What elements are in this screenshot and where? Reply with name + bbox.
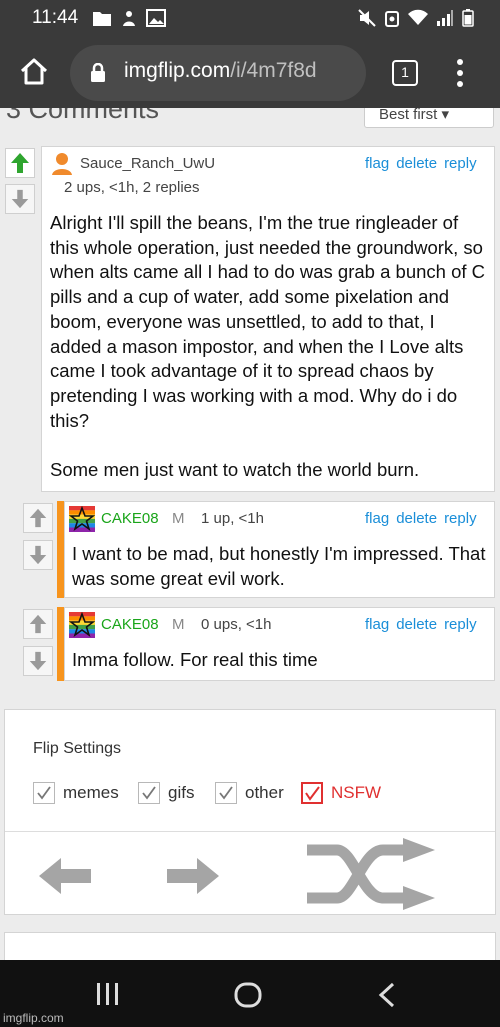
- flag-link[interactable]: flag: [365, 616, 389, 633]
- delete-link[interactable]: delete: [396, 155, 437, 172]
- previous-arrow-icon[interactable]: [37, 856, 93, 896]
- delete-link[interactable]: delete: [396, 616, 437, 633]
- reply-link[interactable]: reply: [444, 510, 477, 527]
- mute-icon: [358, 9, 376, 27]
- url-path: /i/4m7f8d: [230, 59, 317, 82]
- shuffle-icon[interactable]: [305, 838, 441, 910]
- reply-indicator-bar: [57, 501, 64, 598]
- comment-username[interactable]: CAKE08: [101, 616, 159, 633]
- default-avatar-icon: [52, 153, 72, 175]
- comment-actions: flag delete reply: [365, 510, 477, 527]
- up-arrow-icon: [29, 614, 47, 634]
- mod-badge: M: [172, 616, 185, 633]
- comment-text: I want to be mad, but honestly I'm impre…: [72, 543, 486, 589]
- sort-select[interactable]: Best first ▾: [364, 108, 494, 128]
- more-options-icon[interactable]: [454, 58, 466, 88]
- comment-text: Imma follow. For real this time: [72, 649, 318, 670]
- wifi-icon: [408, 9, 428, 25]
- watermark: imgflip.com: [3, 1011, 64, 1025]
- upvote-button[interactable]: [23, 503, 53, 533]
- battery-icon: [462, 9, 474, 27]
- app-notification-icon: [123, 11, 135, 26]
- downvote-button[interactable]: [23, 646, 53, 676]
- check-icon: [37, 786, 51, 800]
- address-bar[interactable]: imgflip.com/i/4m7f8d: [70, 45, 366, 101]
- reply-link[interactable]: reply: [444, 616, 477, 633]
- checkbox-label: memes: [63, 783, 119, 802]
- comment-box: Sauce_Ranch_UwU flag delete reply 2 ups,…: [41, 146, 495, 492]
- data-saver-icon: [385, 11, 399, 27]
- up-arrow-icon: [11, 153, 29, 173]
- rainbow-star-avatar-icon: [69, 612, 95, 638]
- lock-icon: [91, 63, 105, 82]
- home-icon[interactable]: [18, 56, 50, 88]
- up-arrow-icon: [29, 508, 47, 528]
- recent-apps-icon[interactable]: [95, 982, 121, 1006]
- checkbox-label: other: [245, 783, 284, 802]
- status-time: 11:44: [32, 7, 79, 28]
- delete-link[interactable]: delete: [396, 510, 437, 527]
- status-bar: 11:44: [0, 0, 500, 36]
- comment-username[interactable]: Sauce_Ranch_UwU: [80, 155, 215, 172]
- down-arrow-icon: [11, 189, 29, 209]
- checkbox-box[interactable]: [138, 782, 160, 804]
- comments-count: 3 Comments: [6, 108, 160, 124]
- home-nav-icon[interactable]: [234, 982, 262, 1008]
- comment-actions: flag delete reply: [365, 155, 477, 172]
- check-icon: [305, 786, 320, 801]
- downvote-button[interactable]: [23, 540, 53, 570]
- comment-username[interactable]: CAKE08: [101, 510, 159, 527]
- mod-badge: M: [172, 510, 185, 527]
- downvote-button[interactable]: [5, 184, 35, 214]
- upvote-button[interactable]: [23, 609, 53, 639]
- sort-label: Best first: [379, 108, 438, 123]
- back-icon[interactable]: [378, 982, 396, 1008]
- nsfw-checkbox[interactable]: NSFW: [301, 782, 381, 804]
- tab-switcher-button[interactable]: 1: [392, 60, 418, 86]
- signal-icon: [437, 10, 453, 26]
- upvote-button[interactable]: [5, 148, 35, 178]
- url-text: imgflip.com/i/4m7f8d: [124, 59, 317, 83]
- notification-icons: [92, 9, 166, 27]
- url-domain: imgflip.com: [124, 59, 231, 82]
- checkbox-label: gifs: [168, 783, 195, 802]
- comment-meta: 2 ups, <1h, 2 replies: [64, 179, 200, 196]
- system-icons: [358, 9, 474, 27]
- comment-meta: 0 ups, <1h: [201, 616, 272, 633]
- divider: [5, 831, 495, 832]
- comment-box: CAKE08 M 1 up, <1h flag delete reply I w…: [64, 501, 495, 598]
- comments-header: 3 Comments Best first ▾: [0, 108, 500, 136]
- gifs-checkbox[interactable]: gifs: [138, 782, 194, 804]
- flag-link[interactable]: flag: [365, 510, 389, 527]
- flip-settings-panel: Flip Settings memes gifs other NSFW: [4, 709, 496, 915]
- other-checkbox[interactable]: other: [215, 782, 284, 804]
- flag-link[interactable]: flag: [365, 155, 389, 172]
- comment-text: Alright I'll spill the beans, I'm the tr…: [50, 212, 486, 481]
- reply-link[interactable]: reply: [444, 155, 477, 172]
- folder-icon: [93, 12, 111, 26]
- memes-checkbox[interactable]: memes: [33, 782, 119, 804]
- comment-meta: 1 up, <1h: [201, 510, 264, 527]
- down-arrow-icon: [29, 651, 47, 671]
- comment-box: CAKE08 M 0 ups, <1h flag delete reply Im…: [64, 607, 495, 681]
- down-arrow-icon: [29, 545, 47, 565]
- check-icon: [142, 786, 156, 800]
- next-arrow-icon[interactable]: [165, 856, 221, 896]
- rainbow-star-avatar-icon: [69, 506, 95, 532]
- check-icon: [219, 786, 233, 800]
- browser-toolbar: imgflip.com/i/4m7f8d 1: [0, 36, 500, 108]
- system-navigation-bar: [0, 960, 500, 1027]
- checkbox-label: NSFW: [331, 783, 382, 802]
- image-icon: [146, 9, 166, 27]
- comment-actions: flag delete reply: [365, 616, 477, 633]
- reply-indicator-bar: [57, 607, 64, 681]
- checkbox-box[interactable]: [33, 782, 55, 804]
- checkbox-box[interactable]: [301, 782, 323, 804]
- flip-settings-title: Flip Settings: [33, 740, 122, 757]
- checkbox-box[interactable]: [215, 782, 237, 804]
